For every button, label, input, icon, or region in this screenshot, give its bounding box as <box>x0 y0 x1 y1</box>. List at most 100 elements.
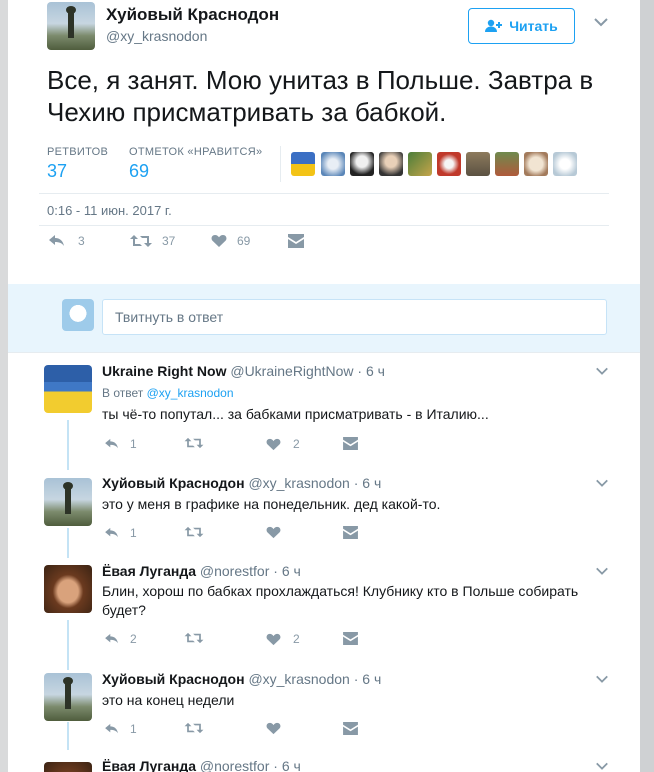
current-user-avatar <box>62 299 94 331</box>
liker-avatar[interactable] <box>524 152 548 176</box>
direct-message-button[interactable] <box>288 234 304 248</box>
reply-author-name[interactable]: Ёвая Луганда <box>102 563 196 579</box>
thread-line <box>67 722 69 750</box>
direct-message-button[interactable] <box>343 632 358 645</box>
reply-icon <box>104 438 120 450</box>
follow-label: Читать <box>509 18 558 34</box>
liker-avatar[interactable] <box>495 152 519 176</box>
author-avatar[interactable] <box>47 2 95 50</box>
tweet-text: Все, я занят. Мою унитаз в Польше. Завтр… <box>47 65 594 127</box>
reply-button[interactable]: 1 <box>104 526 137 540</box>
direct-message-button[interactable] <box>343 526 358 539</box>
reply-time[interactable]: 6 ч <box>366 363 385 379</box>
likes-count[interactable]: 69 <box>129 161 149 182</box>
heart-icon <box>266 526 281 539</box>
reply-author-handle[interactable]: @norestfor <box>200 758 269 772</box>
chevron-down-icon[interactable] <box>595 759 609 772</box>
thread-line <box>67 420 69 470</box>
retweet-icon <box>130 234 152 248</box>
reply-author-name[interactable]: Хуйовый Краснодон <box>102 475 245 491</box>
reply-author-name[interactable]: Хуйовый Краснодон <box>102 671 245 687</box>
reply-author-name[interactable]: Ёвая Луганда <box>102 758 196 772</box>
retweet-icon <box>184 526 204 538</box>
reply-input[interactable]: Твитнуть в ответ <box>102 299 607 335</box>
direct-message-icon <box>343 526 358 539</box>
direct-message-icon <box>343 437 358 450</box>
liker-avatar[interactable] <box>553 152 577 176</box>
reply-author-handle[interactable]: @UkraineRightNow <box>230 363 353 379</box>
chevron-down-icon[interactable] <box>595 364 609 378</box>
person-add-icon <box>485 19 503 33</box>
direct-message-icon <box>343 632 358 645</box>
reply-author-avatar[interactable] <box>44 478 92 526</box>
liker-avatar[interactable] <box>291 152 315 176</box>
retweets-label[interactable]: РЕТВИТОВ <box>47 146 108 158</box>
reply-button[interactable]: 1 <box>104 722 137 736</box>
like-count: 69 <box>237 234 251 248</box>
reply-icon <box>104 527 120 539</box>
reply-time[interactable]: 6 ч <box>362 475 381 491</box>
reply-button[interactable]: 2 <box>104 632 137 646</box>
reply-text: это на конец недели <box>102 692 235 708</box>
liker-avatar[interactable] <box>379 152 403 176</box>
retweet-icon <box>184 632 204 644</box>
reply-author-avatar[interactable] <box>44 565 92 613</box>
retweet-button[interactable] <box>184 632 204 644</box>
reply-header: Хуйовый Краснодон @xy_krasnodon · 6 ч <box>102 671 382 687</box>
retweet-button[interactable] <box>184 437 204 449</box>
reply-count: 3 <box>78 234 85 248</box>
reply-count: 1 <box>130 526 137 540</box>
reply-time[interactable]: 6 ч <box>282 563 301 579</box>
reply-author-avatar[interactable] <box>44 673 92 721</box>
direct-message-button[interactable] <box>343 437 358 450</box>
liker-avatar[interactable] <box>408 152 432 176</box>
liker-avatar[interactable] <box>437 152 461 176</box>
like-count: 2 <box>293 632 300 646</box>
reply-author-avatar[interactable] <box>44 762 92 772</box>
retweet-button[interactable] <box>184 722 204 734</box>
liker-avatar[interactable] <box>466 152 490 176</box>
retweet-button[interactable] <box>184 526 204 538</box>
reply-time[interactable]: 6 ч <box>362 671 381 687</box>
reply-author-handle[interactable]: @norestfor <box>200 563 269 579</box>
heart-icon <box>266 438 281 451</box>
chevron-down-icon[interactable] <box>595 564 609 578</box>
reply-author-handle[interactable]: @xy_krasnodon <box>248 475 349 491</box>
like-button[interactable] <box>266 722 281 735</box>
liker-avatar[interactable] <box>321 152 345 176</box>
direct-message-icon <box>288 234 304 248</box>
reply-author-avatar[interactable] <box>44 365 92 413</box>
follow-button[interactable]: Читать <box>468 8 575 44</box>
in-reply-prefix: В ответ <box>102 386 144 400</box>
in-reply-to: В ответ @xy_krasnodon <box>102 386 234 400</box>
like-button[interactable] <box>266 526 281 539</box>
chevron-down-icon[interactable] <box>595 672 609 686</box>
reply-text: ты чё-то попутал... за бабками присматри… <box>102 406 489 422</box>
in-reply-handle[interactable]: @xy_krasnodon <box>147 386 234 400</box>
reply-button[interactable]: 1 <box>104 437 137 451</box>
reply-time[interactable]: 6 ч <box>282 758 301 772</box>
chevron-down-icon[interactable] <box>593 14 609 30</box>
like-button[interactable]: 2 <box>266 437 300 451</box>
thread-line <box>67 620 69 670</box>
reply-count: 1 <box>130 437 137 451</box>
reply-header: Ёвая Луганда @norestfor · 6 ч <box>102 563 301 579</box>
like-button[interactable]: 69 <box>211 234 250 248</box>
author-handle[interactable]: @xy_krasnodon <box>106 28 207 44</box>
retweet-icon <box>184 722 204 734</box>
direct-message-icon <box>343 722 358 735</box>
retweets-count[interactable]: 37 <box>47 161 67 182</box>
author-name[interactable]: Хуйовый Краснодон <box>106 5 279 25</box>
likes-label[interactable]: ОТМЕТОК «НРАВИТСЯ» <box>129 146 262 158</box>
tweet-timestamp[interactable]: 0:16 - 11 июн. 2017 г. <box>47 203 172 218</box>
retweet-button[interactable]: 37 <box>130 234 175 248</box>
thread-line <box>67 528 69 558</box>
chevron-down-icon[interactable] <box>595 476 609 490</box>
reply-author-handle[interactable]: @xy_krasnodon <box>248 671 349 687</box>
direct-message-button[interactable] <box>343 722 358 735</box>
like-button[interactable]: 2 <box>266 632 300 646</box>
reply-author-name[interactable]: Ukraine Right Now <box>102 363 226 379</box>
liker-avatar[interactable] <box>350 152 374 176</box>
reply-button[interactable]: 3 <box>48 234 85 248</box>
like-count: 2 <box>293 437 300 451</box>
